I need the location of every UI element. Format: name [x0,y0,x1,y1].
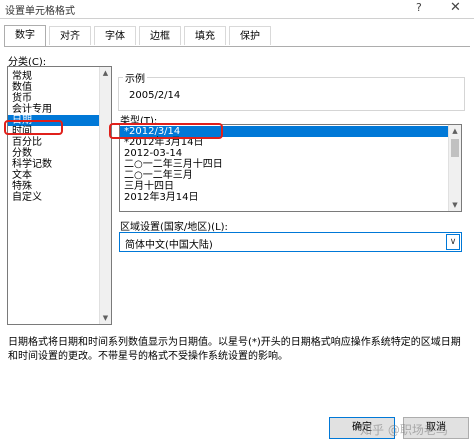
ok-button[interactable]: 确定 [329,417,395,439]
type-item[interactable]: 2012-03-14 [120,148,461,159]
category-list[interactable]: 常规 数值 货币 会计专用 日期 时间 百分比 分数 科学记数 文本 特殊 自定… [7,66,112,325]
locale-select[interactable]: 简体中文(中国大陆) ∨ [119,232,462,252]
window-title: 设置单元格格式 [5,6,75,17]
type-item[interactable]: 2012年3月14日 [120,192,461,203]
type-item[interactable]: 三月十四日 [120,181,461,192]
tab-strip: 数字 对齐 字体 边框 填充 保护 [4,25,470,47]
format-description: 日期格式将日期和时间系列数值显示为日期值。以星号(*)开头的日期格式响应操作系统… [8,337,461,362]
category-item-date[interactable]: 日期 [8,115,111,126]
category-item-currency[interactable]: 货币 [8,93,111,104]
scroll-down-icon[interactable]: ▼ [100,312,111,324]
category-item-special[interactable]: 特殊 [8,181,111,192]
tab-font[interactable]: 字体 [94,26,136,45]
category-item-custom[interactable]: 自定义 [8,192,111,203]
scroll-thumb[interactable] [451,139,459,157]
scroll-down-icon[interactable]: ▼ [449,199,461,211]
type-item[interactable]: *2012/3/14 [120,126,461,137]
category-item-scientific[interactable]: 科学记数 [8,159,111,170]
scroll-up-icon[interactable]: ▲ [449,125,461,137]
category-item-text[interactable]: 文本 [8,170,111,181]
tab-alignment[interactable]: 对齐 [49,26,91,45]
category-item-accounting[interactable]: 会计专用 [8,104,111,115]
category-scrollbar[interactable]: ▲ ▼ [99,67,111,324]
locale-value: 简体中文(中国大陆) [125,240,213,251]
scroll-up-icon[interactable]: ▲ [100,67,111,79]
cancel-button[interactable]: 取消 [403,417,469,439]
sample-group: 2005/2/14 [118,77,465,111]
sample-label: 示例 [123,70,147,85]
chevron-down-icon[interactable]: ∨ [446,234,460,250]
category-item-number[interactable]: 数值 [8,82,111,93]
type-scrollbar[interactable]: ▲ ▼ [448,125,461,211]
type-item[interactable]: *2012年3月14日 [120,137,461,148]
title-bar: 设置单元格格式 ? ✕ [0,0,474,19]
sample-value: 2005/2/14 [129,90,181,101]
category-item-time[interactable]: 时间 [8,126,111,137]
close-icon[interactable]: ✕ [450,0,461,15]
type-item[interactable]: 二○一二年三月 [120,170,461,181]
tab-fill[interactable]: 填充 [184,26,226,45]
type-list[interactable]: *2012/3/14 *2012年3月14日 2012-03-14 二○一二年三… [119,124,462,212]
type-item[interactable]: 二○一二年三月十四日 [120,159,461,170]
tab-border[interactable]: 边框 [139,26,181,45]
locale-label: 区域设置(国家/地区)(L): [120,222,228,233]
help-icon[interactable]: ? [416,1,422,14]
category-item-general[interactable]: 常规 [8,71,111,82]
category-item-fraction[interactable]: 分数 [8,148,111,159]
category-item-percentage[interactable]: 百分比 [8,137,111,148]
tab-protection[interactable]: 保护 [229,26,271,45]
tab-number[interactable]: 数字 [4,25,46,46]
